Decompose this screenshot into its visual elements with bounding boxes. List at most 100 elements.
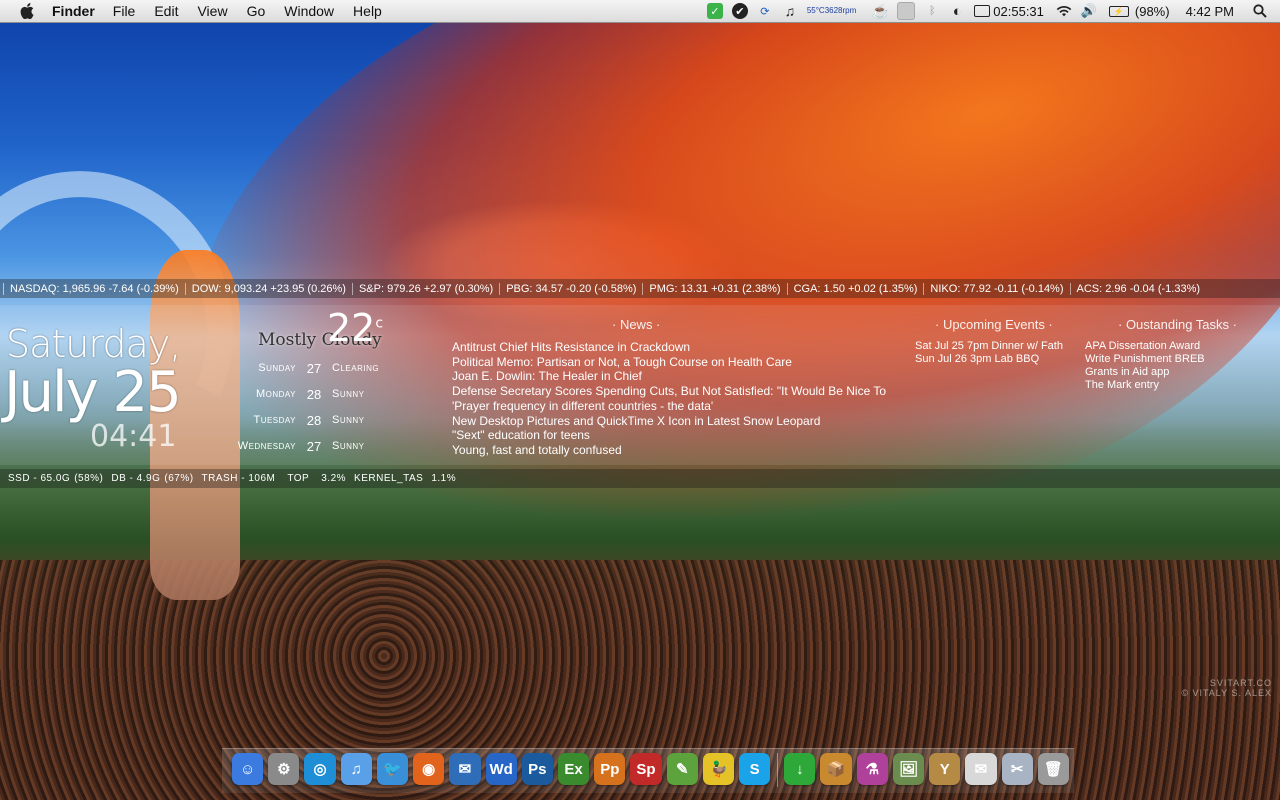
ssd-usage: SSD - 65.0G [8, 473, 71, 484]
tasks-list: APA Dissertation Award Write Punishment B… [1085, 340, 1205, 392]
bluetooth-icon[interactable]: ᛒ [924, 3, 940, 19]
coffee-cup-icon[interactable]: ☕ [872, 3, 889, 19]
task-item[interactable]: The Mark entry [1085, 379, 1205, 392]
dock-packages-icon[interactable]: 📦 [820, 753, 852, 785]
dock-downloads-icon[interactable]: ↓ [784, 753, 816, 785]
ticker-quote: PMG: 13.31 +0.31 (2.38%) [642, 282, 786, 295]
dock: ☺ ⚙ ◎ ♫ 🐦 ◉ ✉ Wd Ps Ex Pp Sp ✎ 🦆 S ↓ 📦 ⚗ 🖼 Y ✉ ✂ 🗑 [222, 748, 1074, 793]
event-item[interactable]: Sat Jul 25 7pm Dinner w/ Fath [915, 340, 1063, 353]
top-process-percent: 1.1% [431, 473, 457, 484]
news-headline[interactable]: New Desktop Pictures and QuickTime X Ico… [452, 414, 886, 429]
news-headline[interactable]: Joan E. Dowlin: The Healer in Chief [452, 369, 886, 384]
dock-system-prefs-icon[interactable]: ⚙ [268, 753, 300, 785]
dock-word-icon[interactable]: Wd [485, 753, 517, 785]
event-item[interactable]: Sun Jul 26 3pm Lab BBQ [915, 353, 1063, 366]
display-status-icon[interactable] [897, 2, 916, 20]
cpu-temp-text: 55°C [806, 6, 825, 15]
dock-firefox-icon[interactable]: ◉ [413, 753, 445, 785]
date-time: 04:41 [90, 419, 177, 454]
top-label: TOP [287, 473, 310, 484]
news-headline[interactable]: Defense Secretary Scores Spending Cuts, … [452, 384, 886, 399]
forecast-desc: Clearing [332, 362, 380, 374]
uptime-clock[interactable]: 02:55:31 [993, 4, 1044, 19]
sync-status-icon[interactable]: ⟳ [757, 3, 773, 19]
dock-preview-icon[interactable]: 🖼 [892, 753, 925, 785]
battery-icon[interactable]: ⚡ [1108, 5, 1129, 17]
weather-temp-value: 22 [327, 306, 376, 350]
ticker-quote: NIKO: 77.92 -0.11 (-0.14%) [923, 282, 1069, 295]
temperature-monitor[interactable]: 55°C 3628rpm [807, 7, 856, 15]
dock-skype-icon[interactable]: S [739, 753, 771, 785]
dock-photoshop-icon[interactable]: Ps [521, 753, 553, 785]
news-headline[interactable]: Antitrust Chief Hits Resistance in Crack… [452, 340, 886, 355]
menu-app-finder[interactable]: Finder [52, 3, 95, 19]
menu-view[interactable]: View [197, 3, 227, 19]
forecast-day: Monday [255, 388, 296, 400]
news-headline[interactable]: Young, fast and totally confused [452, 443, 886, 458]
dock-excel-icon[interactable]: Ex [557, 753, 590, 785]
menu-go[interactable]: Go [247, 3, 266, 19]
news-headline[interactable]: Political Memo: Partisan or Not, a Tough… [452, 355, 886, 370]
news-headline[interactable]: "Sext" education for teens [452, 428, 886, 443]
evernote-status-icon[interactable]: ✓ [706, 3, 723, 19]
stock-ticker: NASDAQ: 1,965.96 -7.64 (-0.39%) DOW: 9,09… [0, 279, 1280, 298]
news-headline[interactable]: 'Prayer frequency in different countries… [452, 399, 886, 414]
forecast-desc: Sunny [332, 414, 365, 426]
menu-bar: Finder File Edit View Go Window Help ✓ ✔… [0, 0, 1280, 23]
dock-separator [777, 753, 779, 787]
weather-temp-unit: c [375, 315, 384, 332]
dock-yoga-icon[interactable]: Y [929, 753, 961, 785]
dock-network-utility-icon[interactable]: ◎ [304, 753, 336, 785]
task-item[interactable]: Grants in Aid app [1085, 366, 1205, 379]
dock-twitter-bird-icon[interactable]: 🐦 [376, 753, 409, 785]
forecast-day: Tuesday [253, 414, 296, 426]
dock-stamp-icon[interactable]: ✉ [965, 753, 997, 785]
dock-trash-icon[interactable]: 🗑 [1037, 753, 1069, 785]
task-item[interactable]: APA Dissertation Award [1085, 340, 1205, 353]
system-stats-bar: SSD - 65.0G (58%) DB - 4.9G (67%) TRASH … [0, 469, 1280, 488]
memory-meter-icon[interactable] [974, 5, 991, 17]
dock-finder-icon[interactable]: ☺ [232, 753, 264, 785]
menu-clock[interactable]: 4:42 PM [1186, 4, 1234, 19]
ssd-percent: (58%) [74, 473, 104, 484]
checkmark-status-icon[interactable]: ✔ [731, 3, 748, 19]
ticker-quote: DOW: 9,093.24 +23.95 (0.26%) [184, 282, 352, 295]
dock-spss-icon[interactable]: Sp [630, 753, 662, 785]
forecast-temp: 28 [306, 386, 322, 402]
spotlight-search-icon[interactable] [1252, 3, 1268, 19]
dock-potion-icon[interactable]: ⚗ [856, 753, 888, 785]
dock-adium-icon[interactable]: 🦆 [702, 753, 735, 785]
dock-powerpoint-icon[interactable]: Pp [594, 753, 626, 785]
volume-icon[interactable]: 🔊 [1081, 3, 1097, 19]
events-list: Sat Jul 25 7pm Dinner w/ Fath Sun Jul 26 … [915, 340, 1063, 366]
dock-thunderbird-icon[interactable]: ✉ [449, 753, 481, 785]
top-process: KERNEL_TAS [354, 473, 424, 484]
menu-window[interactable]: Window [284, 3, 334, 19]
task-item[interactable]: Write Punishment BREB [1085, 353, 1205, 366]
dock-evernote-icon[interactable]: ✎ [666, 753, 698, 785]
fan-speed-text: 3628rpm [824, 6, 857, 15]
forecast-row: Sunday 27 Clearing [212, 355, 392, 381]
palette-icon[interactable]: ◐ [949, 3, 965, 20]
apple-menu-icon[interactable] [16, 0, 38, 22]
dock-itunes-icon[interactable]: ♫ [340, 753, 372, 785]
ticker-quote: ACS: 2.96 -0.04 (-1.33%) [1069, 282, 1207, 295]
forecast-temp: 27 [306, 360, 322, 376]
menu-file[interactable]: File [113, 3, 136, 19]
forecast-temp: 27 [306, 438, 322, 454]
forecast-row: Tuesday 28 Sunny [212, 407, 392, 433]
menu-edit[interactable]: Edit [154, 3, 178, 19]
menu-help[interactable]: Help [353, 3, 382, 19]
wallpaper-watermark: SVITART.CO © VITALY S. ALEX [1181, 678, 1272, 698]
dock-clippings-icon[interactable]: ✂ [1001, 753, 1033, 785]
ticker-quote: NASDAQ: 1,965.96 -7.64 (-0.39%) [3, 282, 185, 295]
date-month-day: July 25 [4, 360, 182, 425]
news-title: · News · [612, 317, 661, 332]
wifi-icon[interactable] [1056, 3, 1072, 19]
forecast-day: Sunday [258, 362, 296, 374]
forecast-day: Wednesday [237, 440, 296, 452]
forecast-desc: Sunny [332, 440, 365, 452]
forecast-desc: Sunny [332, 388, 365, 400]
battery-percent[interactable]: (98%) [1135, 4, 1170, 19]
music-note-icon[interactable]: ♫ [782, 3, 798, 19]
